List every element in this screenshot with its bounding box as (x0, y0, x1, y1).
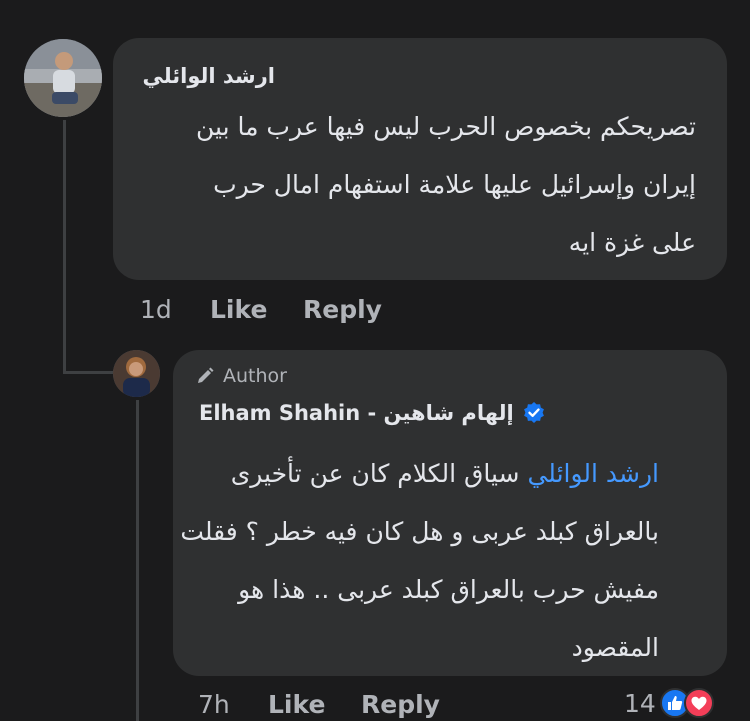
reply-author-name[interactable]: Elham Shahin - إلهام شاهين (199, 401, 514, 425)
like-button[interactable]: Like (210, 295, 267, 324)
reply-bubble: Author Elham Shahin - إلهام شاهين ارشد ا… (173, 350, 727, 676)
reply-button[interactable]: Reply (303, 295, 382, 324)
reaction-count: 14 (624, 688, 656, 718)
verified-badge-icon (523, 402, 544, 423)
reply-thread-line (136, 400, 139, 721)
author-badge: Author (195, 365, 287, 387)
reply-like-button[interactable]: Like (268, 690, 325, 719)
mention-link[interactable]: ارشد الوائلي (527, 459, 659, 488)
reaction-summary[interactable]: 14 (624, 688, 714, 718)
comment-body: تصريحكم بخصوص الحرب ليس فيها عرب ما بين … (196, 98, 696, 272)
comment-line: إيران وإسرائيل عليها علامة استفهام امال … (213, 170, 696, 199)
comment-timestamp[interactable]: 1d (140, 295, 172, 324)
comment-line: على غزة ايه (568, 228, 696, 257)
commenter-photo-icon (24, 39, 102, 117)
comment-line: تصريحكم بخصوص الحرب ليس فيها عرب ما بين (196, 112, 696, 141)
commenter-avatar[interactable] (24, 39, 102, 117)
reply-actions: 7h Like Reply (198, 690, 498, 720)
comment-bubble: ارشد الوائلي تصريحكم بخصوص الحرب ليس فيه… (113, 38, 727, 280)
reply-line-text: سياق الكلام كان عن تأخيرى (230, 459, 520, 488)
reply-reply-button[interactable]: Reply (361, 690, 440, 719)
reply-line: المقصود (571, 633, 659, 662)
love-reaction-icon (683, 688, 714, 718)
reply-body: ارشد الوائلي سياق الكلام كان عن تأخيرى ب… (180, 445, 659, 677)
reply-line: بالعراق كبلد عربى و هل كان فيه خطر ؟ فقل… (180, 517, 659, 546)
thread-line-vertical (63, 120, 66, 374)
comment-author-name[interactable]: ارشد الوائلي (142, 64, 275, 88)
thread-line-elbow (63, 371, 113, 374)
reply-timestamp[interactable]: 7h (198, 690, 230, 719)
author-badge-label: Author (223, 365, 287, 387)
reply-line: ارشد الوائلي سياق الكلام كان عن تأخيرى (180, 445, 659, 503)
comment-actions: 1d Like Reply (140, 295, 440, 325)
reply-author-photo-icon (113, 350, 160, 397)
reply-author-row: Elham Shahin - إلهام شاهين (199, 401, 546, 425)
pencil-icon (198, 367, 214, 383)
reply-author-avatar[interactable] (113, 350, 160, 397)
reply-line: مفيش حرب بالعراق كبلد عربى .. هذا هو (238, 575, 659, 604)
